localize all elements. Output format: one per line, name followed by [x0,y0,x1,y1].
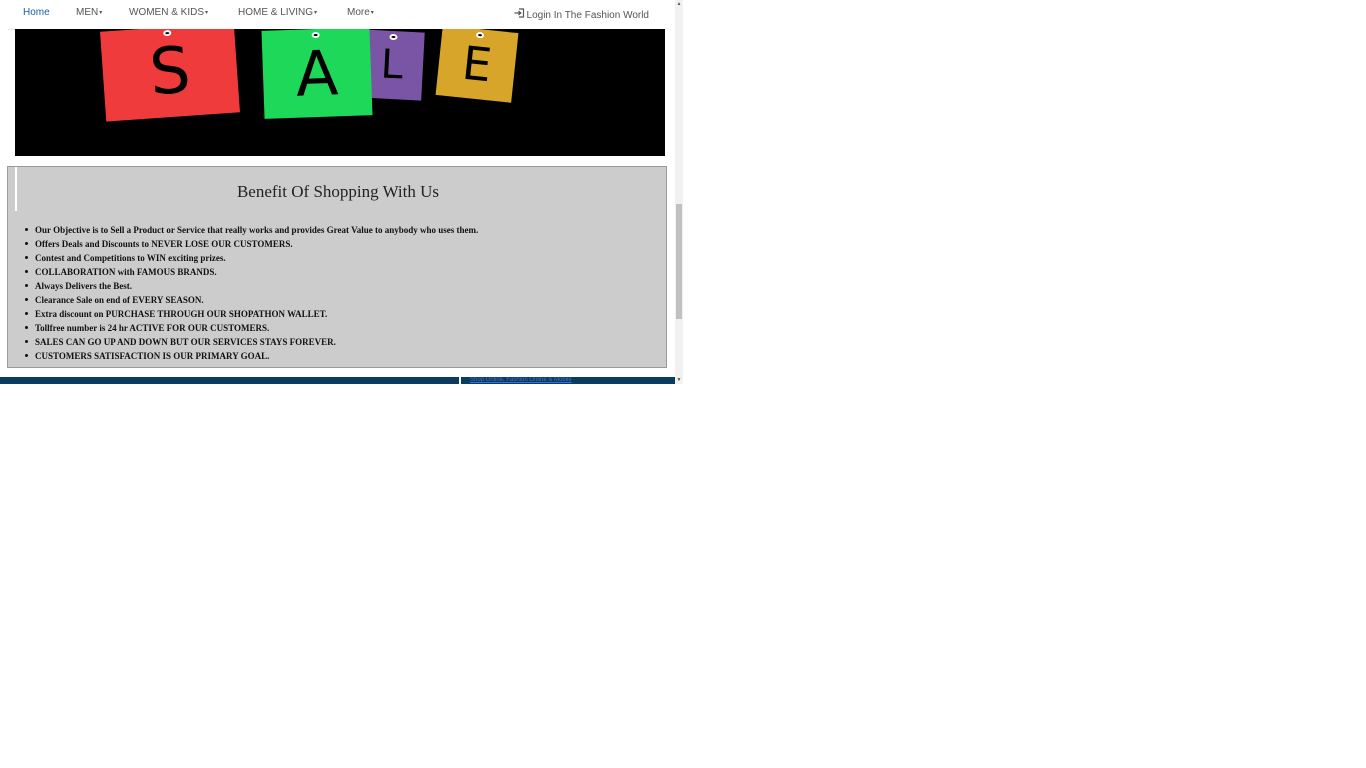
nav-men-label: MEN [76,7,99,18]
list-item: SALES CAN GO UP AND DOWN BUT OUR SERVICE… [22,336,478,350]
sale-letter-l: L [379,41,405,89]
list-item: Tollfree number is 24 hr ACTIVE FOR OUR … [22,322,478,336]
caret-down-icon: ▾ [370,9,374,16]
nav-more-label: More [347,7,370,18]
login-label: Login In The Fashion World [526,10,649,21]
bullet-icon [25,228,28,231]
caret-down-icon: ▾ [205,9,209,16]
bullet-icon [25,326,28,329]
benefits-title: Benefit Of Shopping With Us [236,182,440,201]
sale-letter-a: A [294,35,340,111]
benefit-text: Always Delivers the Best. [35,281,132,291]
list-item: COLLABORATION with FAMOUS BRANDS. [22,266,478,280]
benefit-text: Our Objective is to Sell a Product or Se… [35,225,479,235]
sale-letter-e: E [459,35,495,93]
caret-down-icon: ▾ [99,9,103,16]
nav-more[interactable]: More▾ [347,7,374,18]
nav-home-living[interactable]: HOME & LIVING▾ [238,7,317,18]
login-link[interactable]: Login In The Fashion World [514,8,649,21]
nav-women-kids[interactable]: WOMEN & KIDS▾ [129,7,208,18]
list-item: Our Objective is to Sell a Product or Se… [22,224,478,238]
tag-hole [389,33,398,41]
benefit-text: Clearance Sale on end of EVERY SEASON. [35,295,204,305]
nav-home-label: Home [23,7,50,18]
benefit-text: Contest and Competitions to WIN exciting… [35,253,226,263]
benefit-text: Tollfree number is 24 hr ACTIVE FOR OUR … [35,323,270,333]
browser-viewport: Home MEN▾ WOMEN & KIDS▾ HOME & LIVING▾ M… [0,0,683,384]
sale-tag-a: A [261,29,373,119]
benefit-text: SALES CAN GO UP AND DOWN BUT OUR SERVICE… [35,337,336,347]
bullet-icon [25,256,28,259]
list-item: Contest and Competitions to WIN exciting… [22,252,478,266]
scroll-down-arrow-icon[interactable]: ▼ [675,376,683,384]
scrollbar-thumb[interactable] [676,204,682,319]
bullet-icon [25,284,28,287]
sign-in-icon [514,8,525,21]
benefits-list: Our Objective is to Sell a Product or Se… [22,224,478,364]
bullet-icon [25,270,28,273]
caret-down-icon: ▾ [314,9,318,16]
benefit-text: Offers Deals and Discounts to NEVER LOSE… [35,239,293,249]
page-footer: Shop Online, Fashion Online & Mobile [0,377,675,384]
list-item: Always Delivers the Best. [22,280,478,294]
footer-link[interactable]: Shop Online, Fashion Online & Mobile [470,377,572,384]
benefit-text: CUSTOMERS SATISFACTION IS OUR PRIMARY GO… [35,351,270,361]
bullet-icon [25,354,28,357]
footer-divider [459,377,461,384]
top-navbar: Home MEN▾ WOMEN & KIDS▾ HOME & LIVING▾ M… [8,0,665,30]
benefit-text: Extra discount on PURCHASE THROUGH OUR S… [35,309,328,319]
bullet-icon [25,340,28,343]
list-item: Offers Deals and Discounts to NEVER LOSE… [22,238,478,252]
nav-men[interactable]: MEN▾ [76,7,102,18]
nav-women-kids-label: WOMEN & KIDS [129,7,205,18]
benefit-text: COLLABORATION with FAMOUS BRANDS. [35,267,217,277]
nav-home[interactable]: Home [23,7,50,18]
nav-home-living-label: HOME & LIVING [238,7,314,18]
sale-banner[interactable]: S L A E [15,29,665,156]
sale-tag-s: S [100,29,240,122]
list-item: CUSTOMERS SATISFACTION IS OUR PRIMARY GO… [22,350,478,364]
sale-letter-s: S [147,33,193,111]
bullet-icon [25,242,28,245]
list-item: Clearance Sale on end of EVERY SEASON. [22,294,478,308]
scroll-up-arrow-icon[interactable]: ▲ [675,0,683,8]
sale-tag-e: E [435,29,519,103]
vertical-scrollbar[interactable]: ▲ ▼ [675,0,683,384]
bullet-icon [25,312,28,315]
bullet-icon [25,298,28,301]
list-item: Extra discount on PURCHASE THROUGH OUR S… [22,308,478,322]
benefits-panel: Benefit Of Shopping With Us Our Objectiv… [7,166,667,368]
